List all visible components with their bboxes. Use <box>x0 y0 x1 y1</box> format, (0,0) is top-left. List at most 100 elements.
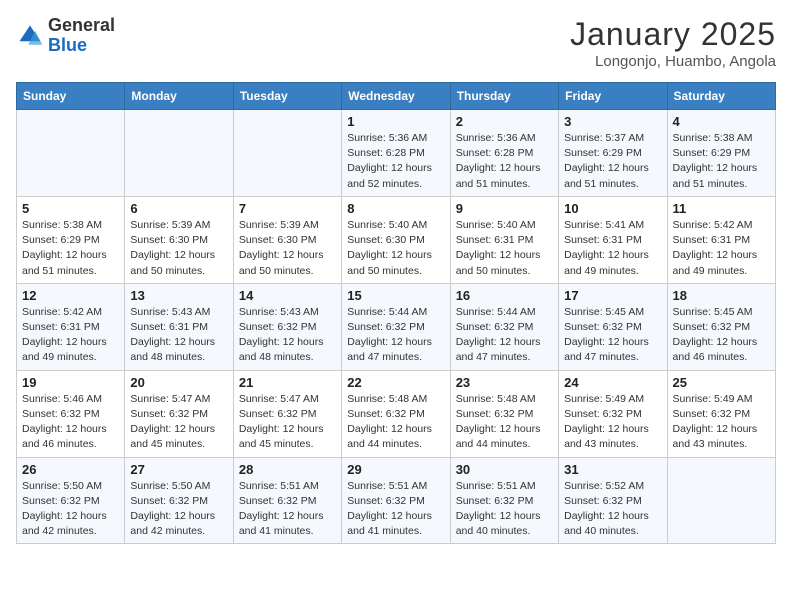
calendar-cell: 18Sunrise: 5:45 AMSunset: 6:32 PMDayligh… <box>667 283 775 370</box>
cell-info: Sunrise: 5:42 AMSunset: 6:31 PMDaylight:… <box>22 305 119 366</box>
calendar-cell: 6Sunrise: 5:39 AMSunset: 6:30 PMDaylight… <box>125 196 233 283</box>
day-number: 20 <box>130 375 227 390</box>
weekday-header: Tuesday <box>233 83 341 110</box>
calendar-cell: 8 Sunrise: 5:40 AMSunset: 6:30 PMDaylight… <box>342 196 450 283</box>
weekday-header: Sunday <box>17 83 125 110</box>
calendar-cell <box>125 110 233 197</box>
day-number: 15 <box>347 288 444 303</box>
day-number: 19 <box>22 375 119 390</box>
cell-info: Sunrise: 5:46 AMSunset: 6:32 PMDaylight:… <box>22 392 119 453</box>
cell-info: Sunrise: 5:52 AMSunset: 6:32 PMDaylight:… <box>564 479 661 540</box>
day-number: 8 <box>347 201 444 216</box>
day-number: 25 <box>673 375 770 390</box>
day-number: 31 <box>564 462 661 477</box>
calendar-cell: 20 Sunrise: 5:47 AMSunset: 6:32 PMDayligh… <box>125 370 233 457</box>
calendar-cell: 14 Sunrise: 5:43 AMSunset: 6:32 PMDayligh… <box>233 283 341 370</box>
page-header: General Blue January 2025 Longonjo, Huam… <box>16 16 776 70</box>
calendar-week-row: 5 Sunrise: 5:38 AMSunset: 6:29 PMDaylight… <box>17 196 776 283</box>
cell-info: Sunrise: 5:51 AMSunset: 6:32 PMDaylight:… <box>456 479 553 540</box>
calendar-cell: 12 Sunrise: 5:42 AMSunset: 6:31 PMDayligh… <box>17 283 125 370</box>
day-number: 9 <box>456 201 553 216</box>
calendar-cell: 3Sunrise: 5:37 AMSunset: 6:29 PMDaylight… <box>559 110 667 197</box>
day-number: 22 <box>347 375 444 390</box>
calendar-cell: 11 Sunrise: 5:42 AMSunset: 6:31 PMDayligh… <box>667 196 775 283</box>
calendar-cell: 22 Sunrise: 5:48 AMSunset: 6:32 PMDayligh… <box>342 370 450 457</box>
day-number: 17 <box>564 288 661 303</box>
location-subtitle: Longonjo, Huambo, Angola <box>570 53 776 70</box>
calendar-cell <box>667 457 775 544</box>
cell-info: Sunrise: 5:48 AMSunset: 6:32 PMDaylight:… <box>456 392 553 453</box>
cell-info: Sunrise: 5:45 AMSunset: 6:32 PMDaylight:… <box>673 305 770 366</box>
calendar-cell: 30 Sunrise: 5:51 AMSunset: 6:32 PMDayligh… <box>450 457 558 544</box>
calendar-week-row: 12 Sunrise: 5:42 AMSunset: 6:31 PMDayligh… <box>17 283 776 370</box>
logo: General Blue <box>16 16 115 56</box>
day-number: 24 <box>564 375 661 390</box>
cell-info: Sunrise: 5:43 AMSunset: 6:31 PMDaylight:… <box>130 305 227 366</box>
cell-info: Sunrise: 5:47 AMSunset: 6:32 PMDaylight:… <box>130 392 227 453</box>
day-number: 1 <box>347 114 444 129</box>
weekday-header: Friday <box>559 83 667 110</box>
calendar-cell <box>17 110 125 197</box>
weekday-header: Monday <box>125 83 233 110</box>
logo-general-text: General <box>48 15 115 35</box>
calendar-cell: 31 Sunrise: 5:52 AMSunset: 6:32 PMDayligh… <box>559 457 667 544</box>
calendar-cell: 7 Sunrise: 5:39 AMSunset: 6:30 PMDaylight… <box>233 196 341 283</box>
cell-info: Sunrise: 5:39 AMSunset: 6:30 PMDaylight:… <box>130 218 227 279</box>
calendar-cell: 26Sunrise: 5:50 AMSunset: 6:32 PMDayligh… <box>17 457 125 544</box>
day-number: 30 <box>456 462 553 477</box>
day-number: 5 <box>22 201 119 216</box>
title-block: January 2025 Longonjo, Huambo, Angola <box>570 16 776 70</box>
day-number: 10 <box>564 201 661 216</box>
weekday-header: Wednesday <box>342 83 450 110</box>
calendar-cell: 4 Sunrise: 5:38 AMSunset: 6:29 PMDaylight… <box>667 110 775 197</box>
cell-info: Sunrise: 5:36 AMSunset: 6:28 PMDaylight:… <box>456 131 553 192</box>
weekday-header: Thursday <box>450 83 558 110</box>
day-number: 11 <box>673 201 770 216</box>
cell-info: Sunrise: 5:42 AMSunset: 6:31 PMDaylight:… <box>673 218 770 279</box>
day-number: 13 <box>130 288 227 303</box>
cell-info: Sunrise: 5:44 AMSunset: 6:32 PMDaylight:… <box>347 305 444 366</box>
cell-info: Sunrise: 5:36 AMSunset: 6:28 PMDaylight:… <box>347 131 444 192</box>
day-number: 23 <box>456 375 553 390</box>
cell-info: Sunrise: 5:48 AMSunset: 6:32 PMDaylight:… <box>347 392 444 453</box>
calendar-cell: 25 Sunrise: 5:49 AMSunset: 6:32 PMDayligh… <box>667 370 775 457</box>
calendar-cell: 10Sunrise: 5:41 AMSunset: 6:31 PMDayligh… <box>559 196 667 283</box>
day-number: 27 <box>130 462 227 477</box>
cell-info: Sunrise: 5:49 AMSunset: 6:32 PMDaylight:… <box>673 392 770 453</box>
calendar-cell: 19 Sunrise: 5:46 AMSunset: 6:32 PMDayligh… <box>17 370 125 457</box>
calendar-cell: 24Sunrise: 5:49 AMSunset: 6:32 PMDayligh… <box>559 370 667 457</box>
calendar-cell: 23 Sunrise: 5:48 AMSunset: 6:32 PMDayligh… <box>450 370 558 457</box>
day-number: 4 <box>673 114 770 129</box>
cell-info: Sunrise: 5:51 AMSunset: 6:32 PMDaylight:… <box>239 479 336 540</box>
day-number: 21 <box>239 375 336 390</box>
day-number: 7 <box>239 201 336 216</box>
calendar-cell: 17Sunrise: 5:45 AMSunset: 6:32 PMDayligh… <box>559 283 667 370</box>
cell-info: Sunrise: 5:47 AMSunset: 6:32 PMDaylight:… <box>239 392 336 453</box>
calendar-cell: 29 Sunrise: 5:51 AMSunset: 6:32 PMDayligh… <box>342 457 450 544</box>
calendar-cell: 1 Sunrise: 5:36 AMSunset: 6:28 PMDaylight… <box>342 110 450 197</box>
cell-info: Sunrise: 5:43 AMSunset: 6:32 PMDaylight:… <box>239 305 336 366</box>
day-number: 29 <box>347 462 444 477</box>
weekday-header-row: SundayMondayTuesdayWednesdayThursdayFrid… <box>17 83 776 110</box>
cell-info: Sunrise: 5:40 AMSunset: 6:30 PMDaylight:… <box>347 218 444 279</box>
calendar-cell: 16Sunrise: 5:44 AMSunset: 6:32 PMDayligh… <box>450 283 558 370</box>
cell-info: Sunrise: 5:38 AMSunset: 6:29 PMDaylight:… <box>673 131 770 192</box>
calendar-cell: 5 Sunrise: 5:38 AMSunset: 6:29 PMDaylight… <box>17 196 125 283</box>
day-number: 26 <box>22 462 119 477</box>
cell-info: Sunrise: 5:39 AMSunset: 6:30 PMDaylight:… <box>239 218 336 279</box>
calendar-cell: 2 Sunrise: 5:36 AMSunset: 6:28 PMDaylight… <box>450 110 558 197</box>
cell-info: Sunrise: 5:51 AMSunset: 6:32 PMDaylight:… <box>347 479 444 540</box>
cell-info: Sunrise: 5:38 AMSunset: 6:29 PMDaylight:… <box>22 218 119 279</box>
day-number: 14 <box>239 288 336 303</box>
day-number: 12 <box>22 288 119 303</box>
calendar-week-row: 1 Sunrise: 5:36 AMSunset: 6:28 PMDaylight… <box>17 110 776 197</box>
calendar-cell: 28 Sunrise: 5:51 AMSunset: 6:32 PMDayligh… <box>233 457 341 544</box>
cell-info: Sunrise: 5:40 AMSunset: 6:31 PMDaylight:… <box>456 218 553 279</box>
day-number: 2 <box>456 114 553 129</box>
calendar-cell: 27 Sunrise: 5:50 AMSunset: 6:32 PMDayligh… <box>125 457 233 544</box>
day-number: 28 <box>239 462 336 477</box>
cell-info: Sunrise: 5:50 AMSunset: 6:32 PMDaylight:… <box>130 479 227 540</box>
calendar-cell <box>233 110 341 197</box>
cell-info: Sunrise: 5:44 AMSunset: 6:32 PMDaylight:… <box>456 305 553 366</box>
weekday-header: Saturday <box>667 83 775 110</box>
